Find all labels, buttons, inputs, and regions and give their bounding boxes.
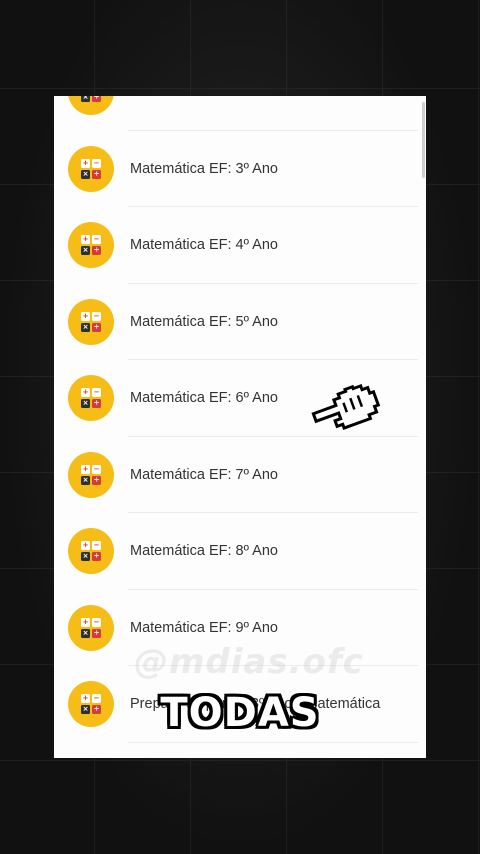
list-item[interactable]: + − × ÷ Matemática EF: 5º Ano [54,284,426,361]
math-operations-icon: +−×÷ [68,375,114,422]
list-item[interactable]: +−×÷ [54,96,426,131]
list-item-label: Matemática EF: 9º Ano [130,619,278,636]
math-operations-icon: +−×÷ [68,222,114,269]
list-item-label: Matemática EF: 8º Ano [130,543,278,560]
list-item[interactable]: + − × ÷ Matemática EF: 7º Ano [54,437,426,514]
math-operations-icon: +−×÷ [68,451,114,498]
math-operations-icon: +−×÷ [68,528,114,575]
math-operations-icon: +−×÷ [68,145,114,192]
list-item[interactable]: + − × ÷ Matemática EF: 8º Ano [54,513,426,590]
video-caption: TODAS [160,690,320,736]
list-item-label: Matemática EF: 5º Ano [130,313,278,330]
list-item-label: Matemática EF: 3º Ano [130,160,278,177]
list-item[interactable]: +−×÷ [54,743,426,758]
list-item-label: Matemática EF: 6º Ano [130,390,278,407]
list-item[interactable]: + − × ÷ Matemática EF: 3º Ano [54,131,426,208]
math-operations-icon: +−×÷ [68,604,114,651]
list-item-label: Matemática EF: 4º Ano [130,237,278,254]
list-item[interactable]: + − × ÷ Matemática EF: 4º Ano [54,207,426,284]
scrollbar[interactable] [422,102,425,178]
math-operations-icon: +−×÷ [68,96,114,116]
list-item-label: Matemática EF: 7º Ano [130,466,278,483]
pointing-hand-cursor-icon [311,383,381,431]
watermark: @mdias.ofc [134,642,364,682]
math-operations-icon: +−×÷ [68,298,114,345]
